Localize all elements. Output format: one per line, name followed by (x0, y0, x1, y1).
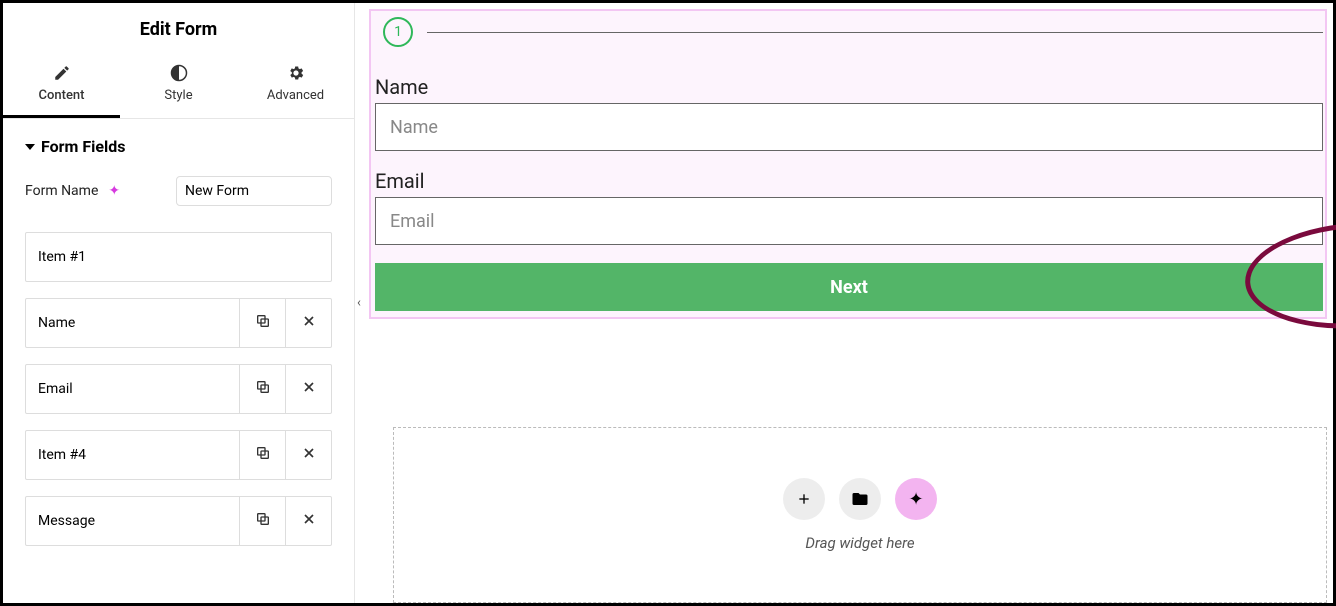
plus-icon (796, 491, 812, 507)
tab-content[interactable]: Content (3, 54, 120, 118)
tab-label: Style (164, 88, 192, 103)
field-item[interactable]: Message (25, 496, 332, 546)
copy-icon (255, 445, 271, 465)
copy-icon (255, 313, 271, 333)
tab-label: Advanced (267, 88, 324, 103)
close-icon (301, 511, 317, 531)
fields-list: Item #1 Name Email Item #4 Message (25, 232, 332, 546)
duplicate-field-button[interactable] (239, 497, 285, 545)
ai-button[interactable]: ✦ (895, 478, 937, 520)
copy-icon (255, 379, 271, 399)
field-item-label: Message (26, 497, 239, 545)
tab-advanced[interactable]: Advanced (237, 54, 354, 118)
panel-tabs: Content Style Advanced (3, 54, 354, 119)
tab-style[interactable]: Style (120, 54, 237, 118)
duplicate-field-button[interactable] (239, 299, 285, 347)
preview-canvas: ‹ 1 Name Email Next ✦ Drag widget here (355, 3, 1333, 603)
step-indicator: 1 (383, 17, 1323, 47)
copy-icon (255, 511, 271, 531)
pencil-icon (53, 64, 71, 82)
drop-zone-actions: ✦ (783, 478, 937, 520)
panel-title: Edit Form (3, 3, 354, 54)
folder-icon (851, 490, 869, 508)
close-icon (301, 379, 317, 399)
step-circle: 1 (383, 17, 413, 47)
next-button[interactable]: Next (375, 263, 1323, 311)
drop-zone-label: Drag widget here (805, 534, 914, 552)
contrast-icon (170, 64, 188, 82)
field-item[interactable]: Email (25, 364, 332, 414)
gear-icon (287, 64, 305, 82)
editor-sidebar: Edit Form Content Style Advanced Form Fi… (3, 3, 355, 603)
folder-button[interactable] (839, 478, 881, 520)
close-icon (301, 445, 317, 465)
field-item[interactable]: Item #1 (25, 232, 332, 282)
field-item[interactable]: Item #4 (25, 430, 332, 480)
form-name-label: Form Name (25, 183, 98, 199)
duplicate-field-button[interactable] (239, 365, 285, 413)
section-toggle[interactable]: Form Fields (25, 137, 332, 156)
collapse-sidebar-button[interactable]: ‹ (355, 292, 363, 315)
field-label-name: Name (375, 75, 1323, 99)
field-label-email: Email (375, 169, 1323, 193)
step-line (427, 32, 1323, 33)
caret-down-icon (25, 144, 35, 150)
remove-field-button[interactable] (285, 365, 331, 413)
remove-field-button[interactable] (285, 497, 331, 545)
field-item-label: Name (26, 299, 239, 347)
add-widget-button[interactable] (783, 478, 825, 520)
field-item[interactable]: Name (25, 298, 332, 348)
form-preview[interactable]: 1 Name Email Next (369, 9, 1327, 319)
duplicate-field-button[interactable] (239, 431, 285, 479)
form-fields-section: Form Fields Form Name ✦ Item #1 Name Email… (3, 119, 354, 562)
tab-label: Content (39, 88, 85, 103)
close-icon (301, 313, 317, 333)
form-name-input[interactable] (176, 176, 332, 206)
field-item-label: Item #1 (26, 233, 331, 281)
form-name-row: Form Name ✦ (25, 176, 332, 206)
remove-field-button[interactable] (285, 299, 331, 347)
sparkle-icon: ✦ (908, 489, 923, 510)
email-input[interactable] (375, 197, 1323, 245)
name-input[interactable] (375, 103, 1323, 151)
field-item-label: Email (26, 365, 239, 413)
section-title: Form Fields (41, 137, 125, 156)
sparkle-icon: ✦ (108, 183, 120, 199)
widget-drop-zone[interactable]: ✦ Drag widget here (393, 427, 1327, 603)
remove-field-button[interactable] (285, 431, 331, 479)
field-item-label: Item #4 (26, 431, 239, 479)
